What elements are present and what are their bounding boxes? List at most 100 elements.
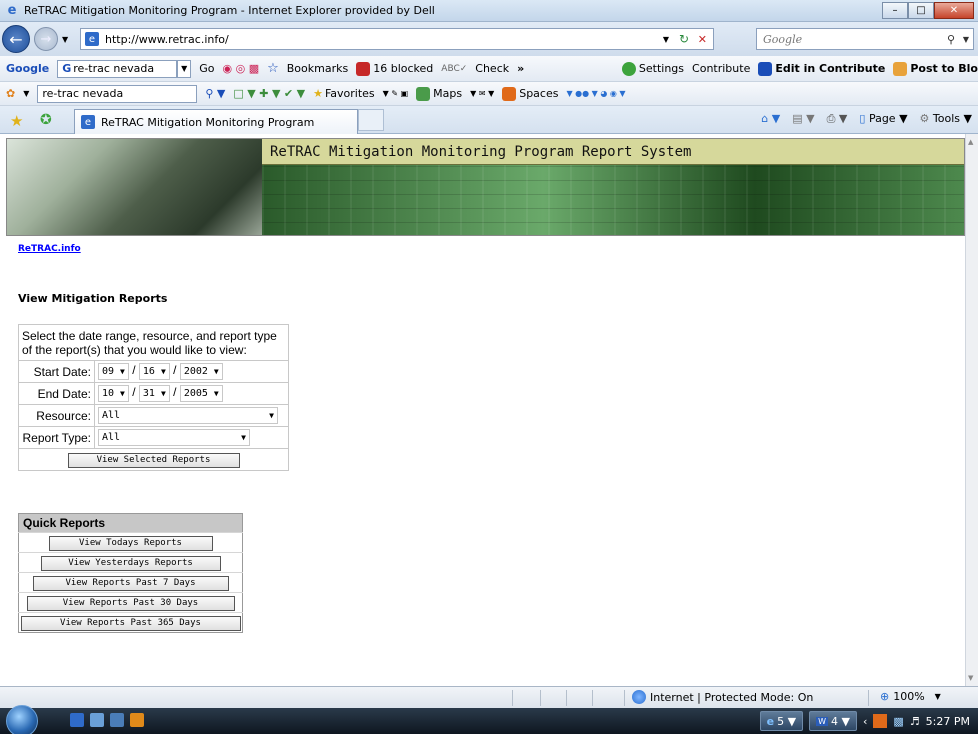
page-menu[interactable]: ▯ Page ▼ bbox=[859, 112, 907, 126]
new-tab-button[interactable] bbox=[358, 109, 384, 131]
tools-menu[interactable]: ⚙ Tools ▼ bbox=[920, 112, 972, 126]
taskbar-word-group[interactable]: W4 ▼ bbox=[809, 711, 857, 731]
scroll-down-icon[interactable]: ▼ bbox=[968, 674, 973, 682]
volume-icon[interactable]: ♬ bbox=[910, 715, 920, 728]
view-past-365-days-button[interactable]: View Reports Past 365 Days bbox=[20, 615, 241, 631]
show-hidden-icons-icon[interactable]: ‹ bbox=[863, 715, 867, 728]
chevron-down-icon: ▼ bbox=[213, 389, 219, 398]
security-zone-text[interactable]: Internet | Protected Mode: On bbox=[650, 691, 813, 704]
view-past-30-days-button[interactable]: View Reports Past 30 Days bbox=[26, 595, 235, 611]
google-go-button[interactable]: Go bbox=[199, 62, 214, 75]
address-dropdown-icon[interactable]: ▼ bbox=[663, 35, 669, 44]
bookmarks-button[interactable]: Bookmarks bbox=[287, 62, 348, 75]
spaces-button[interactable]: Spaces bbox=[519, 87, 558, 100]
end-month-select[interactable]: 10 ▼ bbox=[98, 385, 129, 402]
settings-button[interactable]: Settings bbox=[639, 62, 684, 75]
forward-button[interactable]: → bbox=[34, 27, 58, 51]
page-menu-label: Page bbox=[868, 112, 896, 125]
network-icon[interactable]: ▩ bbox=[893, 715, 903, 728]
close-button[interactable]: ✕ bbox=[934, 2, 974, 19]
maps-button[interactable]: Maps bbox=[433, 87, 462, 100]
end-day-value: 31 bbox=[142, 388, 155, 399]
spellcheck-button[interactable]: Check bbox=[475, 62, 509, 75]
back-button[interactable]: ← bbox=[2, 25, 30, 53]
live-menu-dropdown-icon[interactable]: ▼ bbox=[23, 89, 29, 98]
print-icon[interactable]: ⎙ ▼ bbox=[827, 112, 848, 126]
live-search-input[interactable]: re-trac nevada bbox=[37, 84, 198, 103]
scroll-up-icon[interactable]: ▲ bbox=[968, 138, 973, 146]
toolbar-more-icon[interactable]: » bbox=[517, 62, 524, 75]
live-extra-icons[interactable]: ▼ ●● ▼ ◕ ◉ ▼ bbox=[566, 89, 625, 98]
end-day-select[interactable]: 31 ▼ bbox=[138, 385, 170, 402]
settings-icon bbox=[621, 61, 636, 76]
tray-app-icon[interactable] bbox=[873, 714, 888, 728]
tools-gear-icon: ⚙ bbox=[919, 112, 930, 125]
resource-label: Resource: bbox=[18, 404, 95, 427]
post-to-blog-button[interactable]: Post to Blo bbox=[910, 62, 978, 75]
status-bar: Internet | Protected Mode: On ⊕ 100% ▼ bbox=[0, 686, 978, 708]
command-bar: ⌂ ▼ ▤ ▼ ⎙ ▼ ▯ Page ▼ ⚙ Tools ▼ bbox=[761, 112, 972, 126]
retrac-info-link[interactable]: ReTRAC.info bbox=[18, 244, 81, 254]
start-day-select[interactable]: 16 ▼ bbox=[138, 363, 170, 380]
tab-bar: ★ ✪ e ReTRAC Mitigation Monitoring Progr… bbox=[0, 106, 978, 134]
recent-pages-dropdown-icon[interactable]: ▼ bbox=[62, 35, 68, 44]
view-selected-reports-button[interactable]: View Selected Reports bbox=[67, 453, 240, 468]
edit-in-contribute-button[interactable]: Edit in Contribute bbox=[775, 62, 885, 75]
search-input[interactable]: Google ⚲ ▼ bbox=[756, 28, 974, 50]
report-type-select[interactable]: All ▼ bbox=[98, 429, 250, 446]
view-yesterdays-reports-button[interactable]: View Yesterdays Reports bbox=[40, 555, 221, 571]
spellcheck-icon: ABC✓ bbox=[441, 63, 468, 74]
quicklaunch-switch-icon[interactable] bbox=[110, 713, 124, 727]
taskbar-ie-group[interactable]: e5 ▼ bbox=[759, 711, 804, 731]
banner-title: ReTRAC Mitigation Monitoring Program Rep… bbox=[262, 139, 964, 165]
view-past-7-days-button[interactable]: View Reports Past 7 Days bbox=[32, 575, 229, 591]
google-search-dropdown-icon[interactable]: ▼ bbox=[177, 59, 192, 78]
resource-value: All bbox=[102, 410, 121, 421]
resource-select[interactable]: All ▼ bbox=[98, 407, 278, 424]
live-tools-icons[interactable]: □ ▼ ✚ ▼ ✔ ▼ bbox=[233, 87, 305, 100]
live-more-icons[interactable]: ▼ ✉ ▼ bbox=[470, 89, 494, 98]
star-icon[interactable]: ☆ bbox=[267, 61, 279, 76]
feeds-icon[interactable]: ▤ ▼ bbox=[792, 112, 814, 126]
tab-retrac[interactable]: e ReTRAC Mitigation Monitoring Program bbox=[74, 109, 358, 134]
view-todays-reports-button[interactable]: View Todays Reports bbox=[48, 535, 213, 551]
contribute-button[interactable]: Contribute bbox=[692, 62, 750, 75]
refresh-icon[interactable]: ↻ bbox=[679, 32, 689, 46]
toolbar-extras-icon[interactable]: ◉ ◎ ▩ bbox=[223, 62, 260, 75]
start-button[interactable] bbox=[6, 705, 38, 734]
vertical-scrollbar[interactable]: ▲ ▼ bbox=[965, 134, 978, 686]
start-month-value: 09 bbox=[102, 366, 115, 377]
zoom-level[interactable]: 100% bbox=[893, 690, 924, 703]
maximize-button[interactable]: □ bbox=[908, 2, 934, 19]
add-favorite-icon[interactable]: ✪ bbox=[40, 112, 52, 128]
ie-icon: e bbox=[766, 714, 775, 728]
start-year-select[interactable]: 2002 ▼ bbox=[179, 363, 223, 380]
clock[interactable]: 5:27 PM bbox=[926, 715, 970, 728]
page-heading: View Mitigation Reports bbox=[18, 292, 168, 305]
quick-reports-title: Quick Reports bbox=[18, 513, 243, 533]
tab-favicon-icon: e bbox=[81, 115, 95, 129]
start-month-select[interactable]: 09 ▼ bbox=[98, 363, 129, 380]
live-search-icon[interactable]: ⚲ ▼ bbox=[205, 87, 225, 100]
search-icon[interactable]: ⚲ bbox=[947, 33, 955, 46]
stop-icon[interactable]: ✕ bbox=[698, 33, 707, 46]
favorites-center-icon[interactable]: ★ bbox=[10, 112, 23, 130]
quicklaunch-desktop-icon[interactable] bbox=[90, 713, 104, 727]
home-icon[interactable]: ⌂ ▼ bbox=[761, 112, 780, 126]
page-content: ReTRAC Mitigation Monitoring Program Rep… bbox=[0, 134, 965, 686]
minimize-button[interactable]: – bbox=[882, 2, 908, 19]
chevron-down-icon: ▼ bbox=[160, 389, 166, 398]
search-options-icon[interactable]: ▼ bbox=[963, 35, 969, 44]
end-year-select[interactable]: 2005 ▼ bbox=[179, 385, 223, 402]
train-photo bbox=[7, 139, 262, 235]
address-field[interactable]: e http://www.retrac.info/ ▼ ↻ ✕ bbox=[80, 28, 714, 50]
quicklaunch-ie-icon[interactable] bbox=[70, 713, 84, 727]
start-day-value: 16 bbox=[142, 366, 155, 377]
google-search-input[interactable]: G re-trac nevada bbox=[57, 59, 178, 78]
live-logo-icon: ✿ bbox=[6, 87, 16, 100]
favorites-button[interactable]: Favorites bbox=[325, 87, 375, 100]
zoom-dropdown-icon[interactable]: ▼ bbox=[935, 692, 941, 701]
quicklaunch-media-icon[interactable] bbox=[130, 713, 144, 727]
highlight-icons[interactable]: ▼ ✎ ▣ bbox=[383, 89, 409, 98]
popup-blocked-count[interactable]: 16 blocked bbox=[373, 62, 433, 75]
